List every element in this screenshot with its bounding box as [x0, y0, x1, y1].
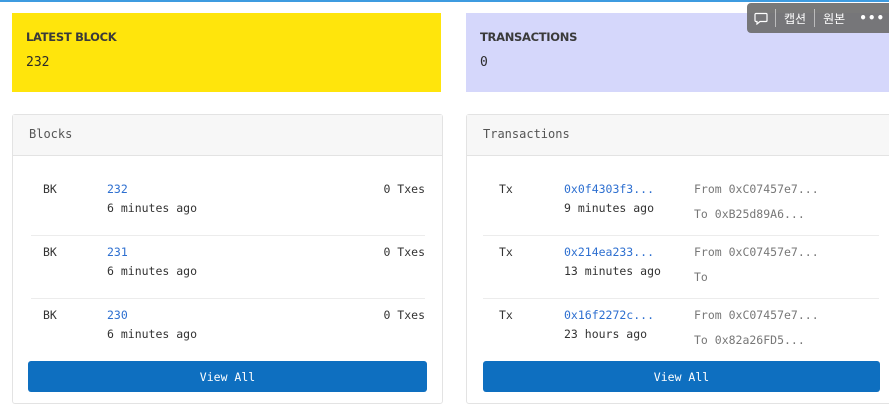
transaction-row[interactable]: Tx 0x16f2272c... 23 hours ago From 0xC07…: [483, 299, 879, 362]
original-button[interactable]: 원본: [815, 10, 853, 27]
transaction-from[interactable]: From 0xC07457e7...: [694, 245, 819, 259]
transaction-age: 13 minutes ago: [564, 264, 661, 278]
block-age: 6 minutes ago: [107, 327, 198, 341]
blocks-view-all-button[interactable]: View All: [28, 361, 427, 392]
transactions-label: TRANSACTIONS: [480, 30, 578, 44]
block-age: 6 minutes ago: [107, 264, 198, 278]
block-tag: BK: [43, 245, 57, 259]
caption-button[interactable]: 캡션: [776, 10, 814, 27]
transactions-panel: Transactions Tx 0x0f4303f3... 9 minutes …: [466, 114, 889, 404]
speech-bubble-icon[interactable]: [747, 12, 775, 25]
block-tag: BK: [43, 182, 57, 196]
block-txes: 0 Txes: [383, 245, 425, 259]
transaction-row[interactable]: Tx 0x0f4303f3... 9 minutes ago From 0xC0…: [483, 173, 879, 236]
transactions-panel-title: Transactions: [467, 115, 889, 156]
block-txes: 0 Txes: [383, 308, 425, 322]
transaction-tag: Tx: [499, 308, 513, 322]
top-border: [0, 0, 889, 2]
transactions-view-all-button[interactable]: View All: [483, 361, 880, 392]
transaction-hash-link[interactable]: 0x214ea233...: [564, 245, 654, 259]
block-tag: BK: [43, 308, 57, 322]
more-options-icon[interactable]: •••: [853, 11, 885, 25]
latest-block-label: LATEST BLOCK: [26, 30, 117, 44]
transaction-from[interactable]: From 0xC07457e7...: [694, 182, 819, 196]
transaction-row[interactable]: Tx 0x214ea233... 13 minutes ago From 0xC…: [483, 236, 879, 299]
block-age: 6 minutes ago: [107, 201, 198, 215]
caption-toolbar: 캡션 원본 •••: [747, 3, 889, 33]
block-number-link[interactable]: 231: [107, 245, 128, 259]
transaction-hash-link[interactable]: 0x16f2272c...: [564, 308, 654, 322]
block-row[interactable]: BK 230 6 minutes ago 0 Txes: [31, 299, 425, 362]
block-number-link[interactable]: 232: [107, 182, 128, 196]
transaction-hash-link[interactable]: 0x0f4303f3...: [564, 182, 654, 196]
block-row[interactable]: BK 232 6 minutes ago 0 Txes: [31, 173, 425, 236]
blocks-panel: Blocks BK 232 6 minutes ago 0 Txes BK 23…: [12, 114, 443, 404]
transactions-value: 0: [480, 55, 488, 70]
transaction-age: 23 hours ago: [564, 327, 648, 341]
transaction-to[interactable]: To 0x82a26FD5...: [694, 333, 805, 347]
transaction-tag: Tx: [499, 245, 513, 259]
transaction-from[interactable]: From 0xC07457e7...: [694, 308, 819, 322]
blocks-panel-title: Blocks: [13, 115, 442, 156]
latest-block-card: LATEST BLOCK 232: [12, 13, 441, 92]
block-number-link[interactable]: 230: [107, 308, 128, 322]
transaction-tag: Tx: [499, 182, 513, 196]
transaction-to[interactable]: To: [694, 270, 708, 284]
block-row[interactable]: BK 231 6 minutes ago 0 Txes: [31, 236, 425, 299]
transaction-age: 9 minutes ago: [564, 201, 655, 215]
latest-block-value: 232: [26, 55, 50, 70]
transaction-to[interactable]: To 0xB25d89A6...: [694, 207, 805, 221]
block-txes: 0 Txes: [383, 182, 425, 196]
